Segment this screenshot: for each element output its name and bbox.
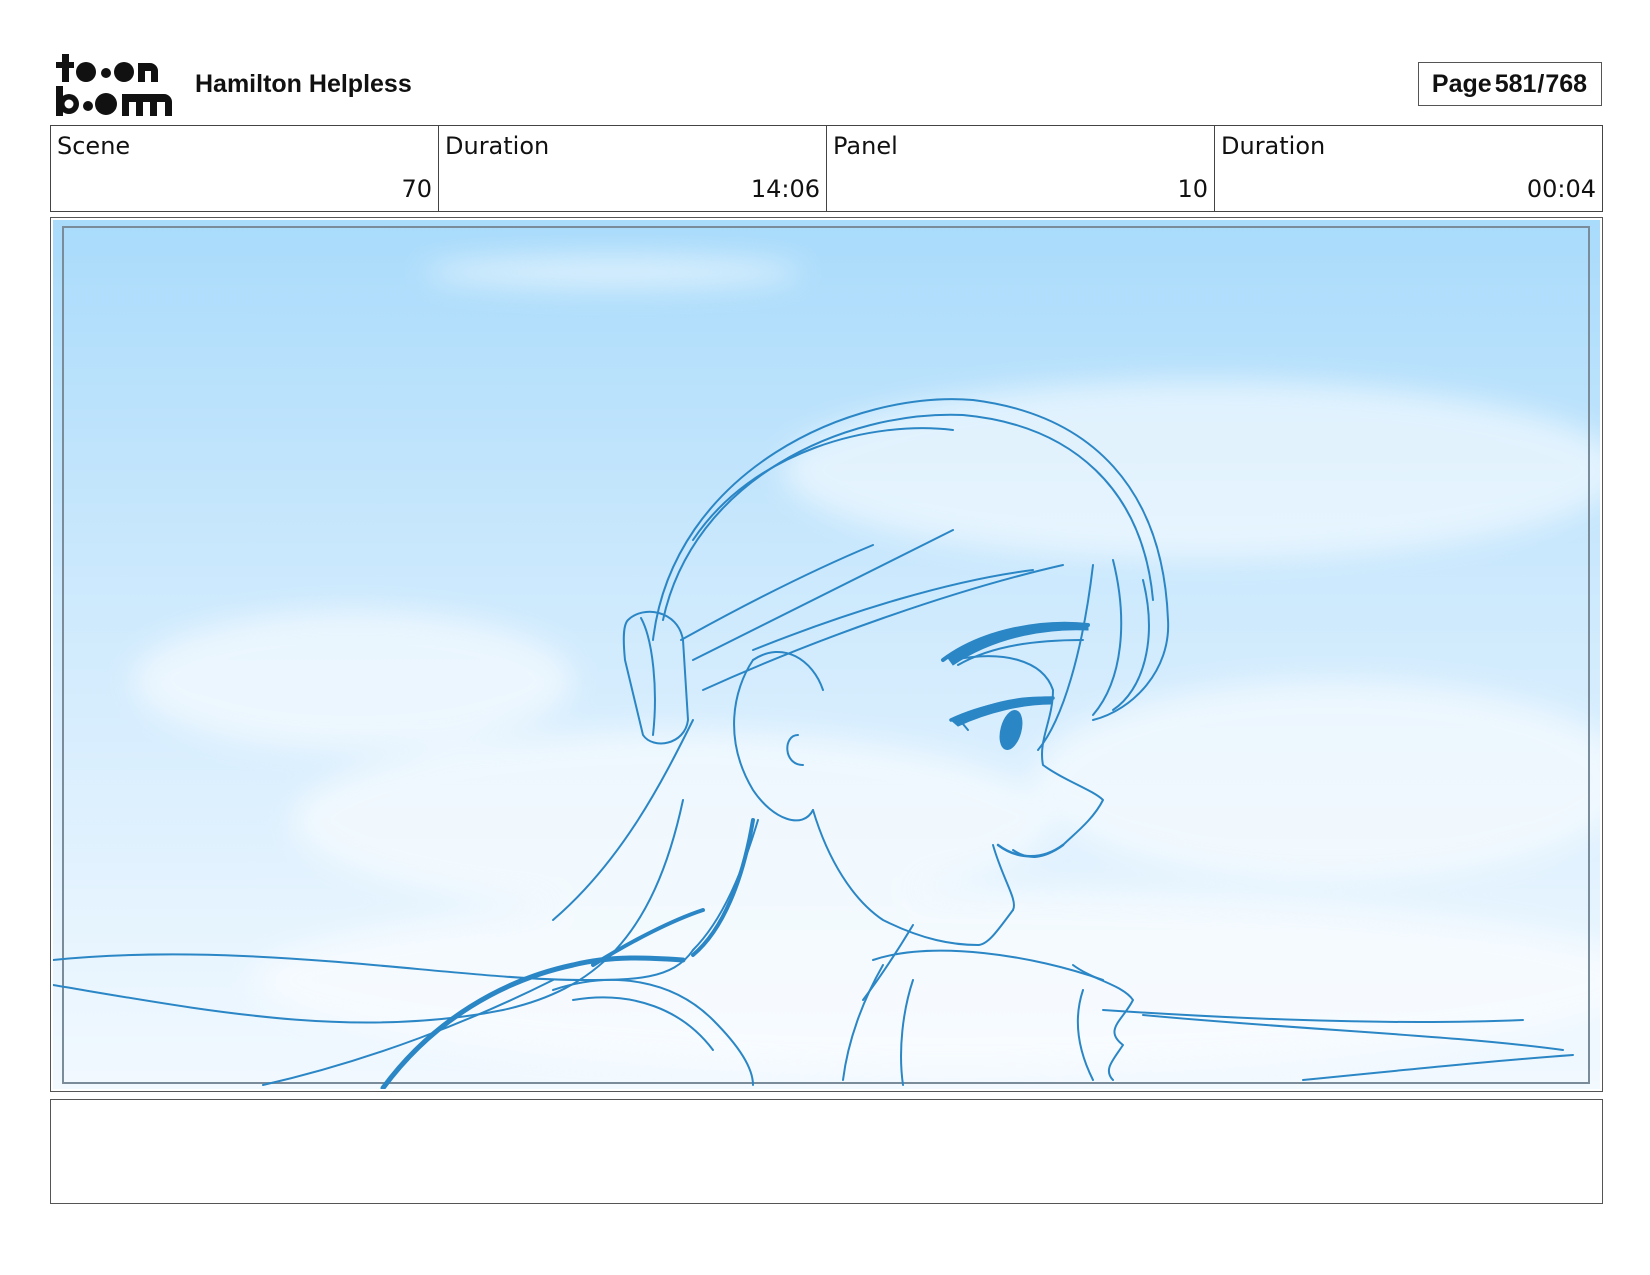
panel-duration-cell: Duration 00:04 (1215, 126, 1602, 211)
storyboard-drawing (53, 220, 1600, 1089)
scene-duration-label: Duration (445, 132, 550, 160)
panel-notes-box[interactable] (50, 1099, 1603, 1204)
scene-info-table: Scene 70 Duration 14:06 Panel 10 Duratio… (50, 125, 1603, 212)
project-title: Hamilton Helpless (195, 70, 412, 98)
scene-duration-cell: Duration 14:06 (439, 126, 827, 211)
scene-duration-value: 14:06 (750, 175, 820, 203)
storyboard-panel (50, 217, 1603, 1092)
scene-value: 70 (401, 175, 432, 203)
panel-label: Panel (833, 132, 898, 160)
page-indicator: Page 581/768 (1418, 62, 1602, 106)
panel-cell: Panel 10 (827, 126, 1215, 211)
page-label: Page (1431, 69, 1492, 98)
panel-duration-label: Duration (1221, 132, 1326, 160)
panel-value: 10 (1177, 175, 1208, 203)
page-number: 581/768 (1494, 69, 1588, 98)
scene-label: Scene (57, 132, 131, 160)
page-current: 581 (1494, 69, 1537, 98)
panel-duration-value: 00:04 (1526, 175, 1596, 203)
scene-cell: Scene 70 (51, 126, 439, 211)
toon-boom-logo (54, 52, 174, 118)
page-total: 768 (1545, 69, 1588, 98)
